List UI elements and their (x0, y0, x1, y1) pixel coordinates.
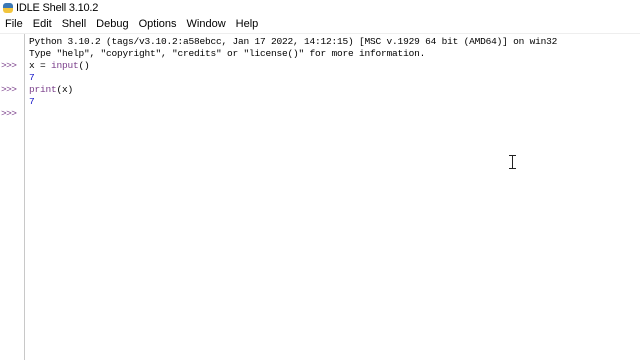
window-title: IDLE Shell 3.10.2 (16, 2, 99, 14)
menu-bar: File Edit Shell Debug Options Window Hel… (0, 16, 640, 34)
prompt-marker: >>> (1, 60, 17, 71)
prompt-sidebar: >>> >>> >>> (0, 34, 25, 360)
input-code: x = input() (29, 60, 90, 71)
idle-shell-window: IDLE Shell 3.10.2 File Edit Shell Debug … (0, 0, 640, 360)
input-code: print(x) (29, 84, 74, 95)
menu-edit[interactable]: Edit (28, 16, 57, 33)
python-icon (3, 3, 13, 13)
menu-window[interactable]: Window (182, 16, 231, 33)
shell-text-area[interactable]: Python 3.10.2 (tags/v3.10.2:a58ebcc, Jan… (26, 34, 640, 360)
menu-debug[interactable]: Debug (91, 16, 133, 33)
menu-help[interactable]: Help (231, 16, 264, 33)
output-line: 7 (29, 72, 35, 83)
prompt-marker: >>> (1, 108, 17, 119)
title-bar: IDLE Shell 3.10.2 (0, 0, 640, 16)
input-line: x = input() (29, 60, 90, 72)
text-cursor-icon (509, 155, 517, 169)
banner-line: Python 3.10.2 (tags/v3.10.2:a58ebcc, Jan… (29, 36, 558, 47)
banner-line: Type "help", "copyright", "credits" or "… (29, 48, 426, 59)
output-line: 7 (29, 96, 35, 107)
prompt-marker: >>> (1, 84, 17, 95)
input-line: print(x) (29, 84, 73, 96)
menu-shell[interactable]: Shell (57, 16, 91, 33)
menu-options[interactable]: Options (134, 16, 182, 33)
menu-file[interactable]: File (0, 16, 28, 33)
